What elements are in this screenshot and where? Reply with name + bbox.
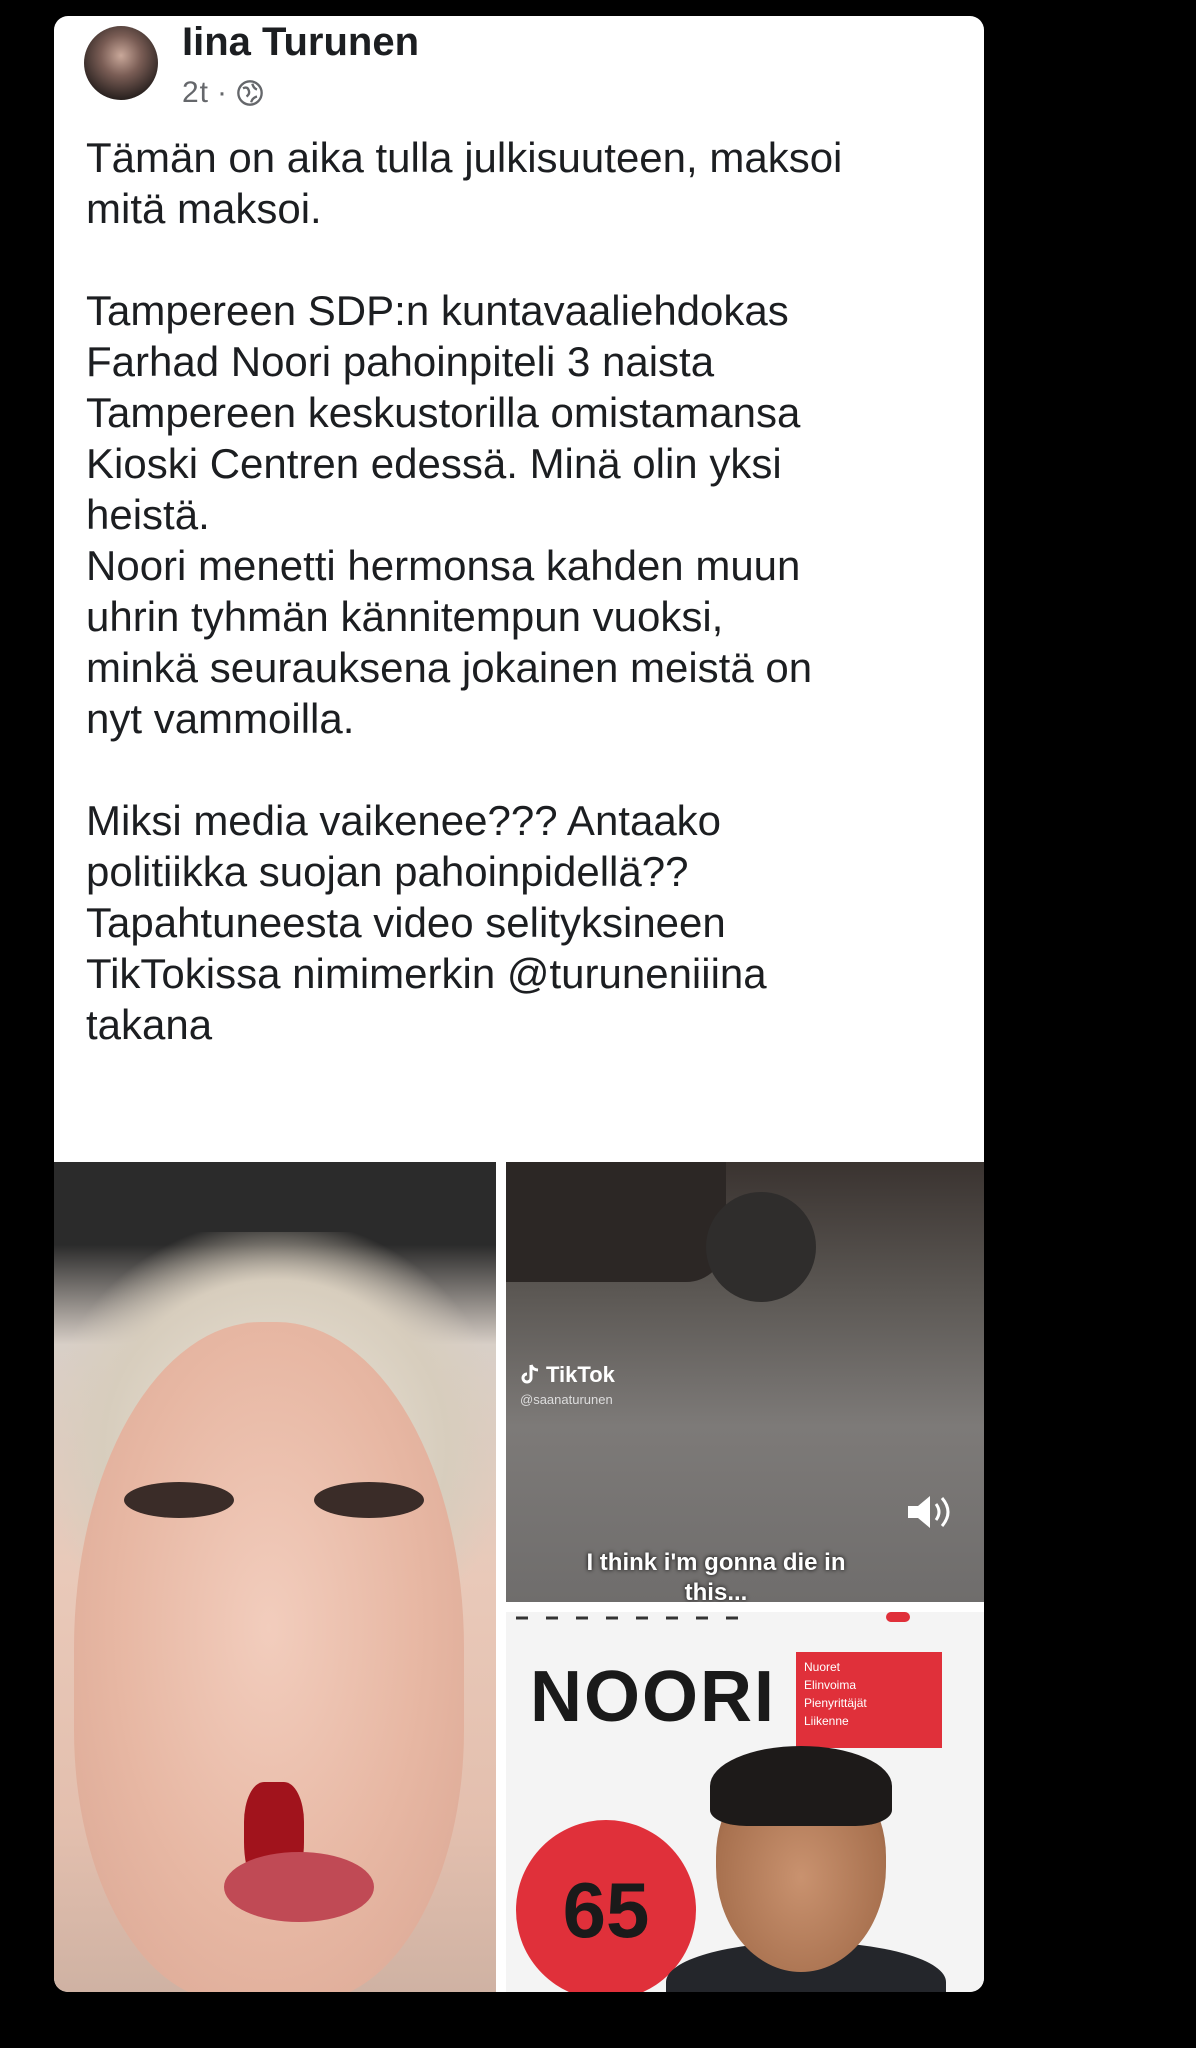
tiktok-label: TikTok (546, 1362, 615, 1387)
author-name[interactable]: Iina Turunen (182, 20, 419, 65)
poster-tag: Pienyrittäjät (804, 1696, 867, 1710)
avatar[interactable] (84, 26, 158, 100)
poster-name: NOORI (530, 1657, 777, 1737)
photo-lips (224, 1852, 374, 1922)
photo-injured-woman[interactable] (54, 1162, 496, 1992)
post-text: Tämän on aika tulla julkisuuteen, maksoi… (86, 134, 843, 1048)
photo-eye-left (124, 1482, 234, 1518)
video-thumbnail[interactable]: TikTok @saanaturunen I think i'm gonna d… (506, 1162, 984, 1602)
tiktok-icon (521, 1364, 539, 1384)
poster-hair (710, 1746, 892, 1826)
video-car (506, 1162, 726, 1282)
speaker-icon[interactable] (904, 1492, 954, 1532)
meta-separator: · (217, 76, 229, 109)
candidate-number: 65 (516, 1820, 696, 1992)
poster-tag: Liikenne (804, 1714, 849, 1728)
poster-tags: Nuoret Elinvoima Pienyrittäjät Liikenne (796, 1652, 942, 1748)
poster-tag: Elinvoima (804, 1678, 857, 1692)
post-time[interactable]: 2t (182, 76, 209, 110)
tiktok-handle: @saanaturunen (520, 1392, 613, 1407)
post-meta: 2t · (182, 76, 264, 110)
poster-tag: Nuoret (804, 1660, 841, 1674)
photo-eye-right (314, 1482, 424, 1518)
tiktok-watermark: TikTok (520, 1362, 615, 1388)
campaign-poster[interactable]: NOORI Nuoret Elinvoima Pienyrittäjät Lii… (506, 1612, 984, 1992)
facebook-post-card: Iina Turunen 2t · Tämän on aika tulla ju… (54, 16, 984, 1992)
video-figure (706, 1192, 816, 1302)
video-caption: I think i'm gonna die in this... (586, 1549, 846, 1602)
poster-top-dashes (516, 1612, 910, 1622)
globe-icon (237, 80, 263, 106)
